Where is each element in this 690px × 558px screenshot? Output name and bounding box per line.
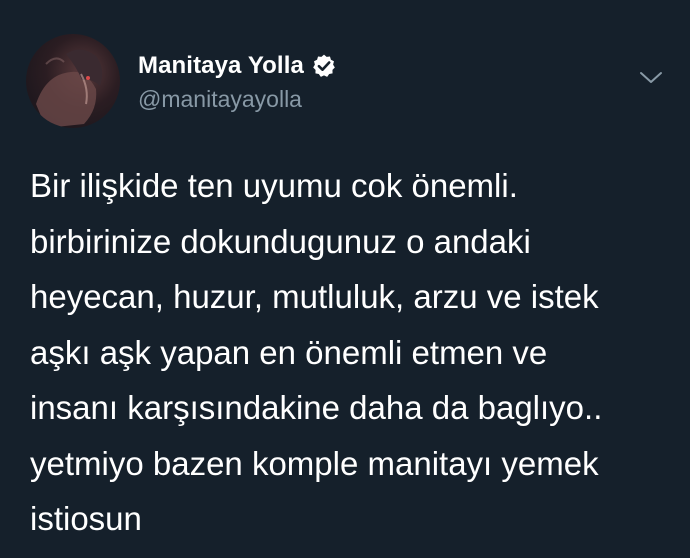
avatar[interactable] xyxy=(26,34,120,128)
tweet-text: Bir ilişkide ten uyumu cok önemli. birbi… xyxy=(30,158,680,547)
tweet-text-line: yetmiyo bazen komple manitayı yemek xyxy=(30,444,599,482)
verified-badge-icon xyxy=(311,53,337,79)
author-handle[interactable]: @manitayayolla xyxy=(138,86,302,113)
tweet-text-line: Bir ilişkide ten uyumu cok önemli. xyxy=(30,167,518,204)
tweet-text-line: birbirinize dokundugunuz o andaki xyxy=(30,222,531,260)
avatar-image xyxy=(36,49,103,128)
author-name-row: Manitaya Yolla xyxy=(138,52,337,80)
chevron-down-icon[interactable] xyxy=(638,68,664,88)
tweet-text-line: heyecan, huzur, mutluluk, arzu ve istek xyxy=(30,278,599,315)
author-display-name[interactable]: Manitaya Yolla xyxy=(138,52,304,80)
tweet: Manitaya Yolla @manitayayolla Bir ilişki… xyxy=(0,0,690,558)
tweet-text-line: aşkı aşk yapan en önemli etmen ve xyxy=(30,333,548,371)
tweet-text-line: insanı karşısındakine daha da baglıyo.. xyxy=(30,389,603,426)
tweet-text-line: istiosun xyxy=(30,500,142,537)
